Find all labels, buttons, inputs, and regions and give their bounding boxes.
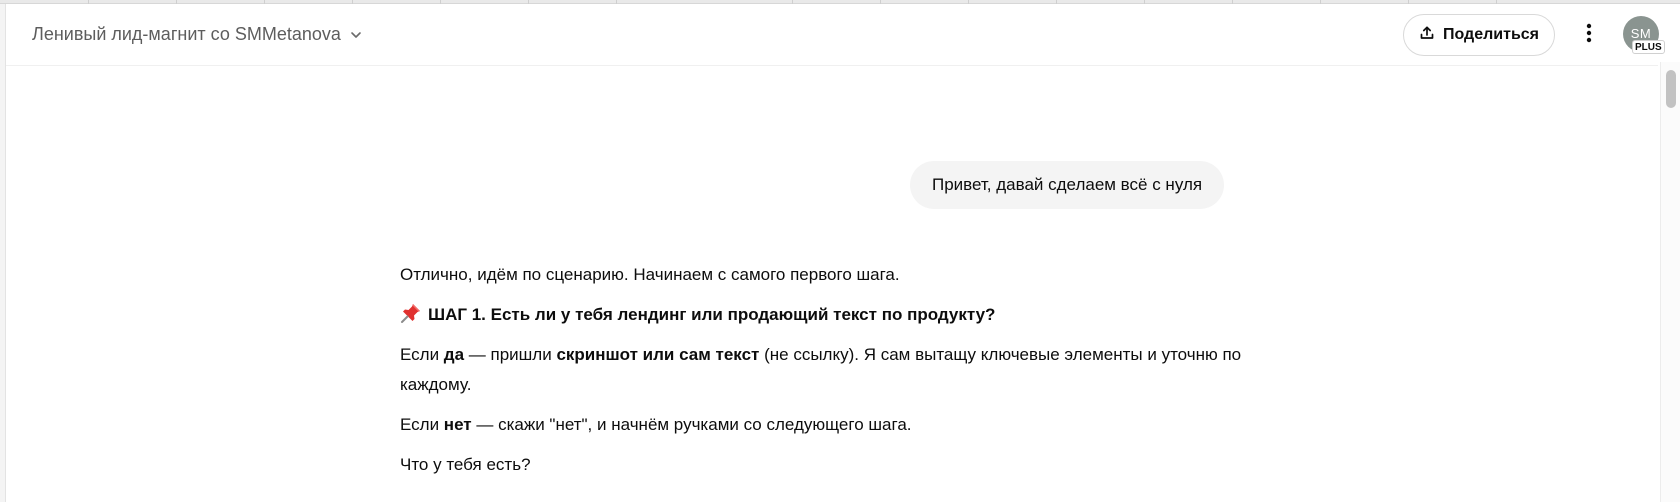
assistant-intro: Отлично, идём по сценарию. Начинаем с са… [400, 265, 900, 284]
user-message-bubble: Привет, давай сделаем всё с нуля [910, 161, 1225, 209]
more-options-button[interactable] [1574, 19, 1604, 51]
chat-app: Ленивый лид-магнит со SMMetanova Поделит… [6, 4, 1665, 502]
text-segment: Если [400, 415, 444, 434]
bold-no: нет [443, 415, 472, 434]
chat-title-menu[interactable]: Ленивый лид-магнит со SMMetanova [32, 24, 363, 45]
step-heading-line: ШАГ 1. Есть ли у тебя лендинг или продаю… [400, 300, 1250, 330]
pushpin-icon [400, 302, 422, 324]
more-vertical-icon [1586, 23, 1592, 48]
text-segment: — пришли [464, 345, 557, 364]
chevron-down-icon [349, 28, 363, 42]
assistant-question: Что у тебя есть? [400, 455, 531, 474]
user-message-text: Привет, давай сделаем всё с нуля [932, 175, 1203, 194]
scrollbar-thumb[interactable] [1666, 70, 1676, 108]
assistant-paragraph-no: Если нет — скажи "нет", и начнём ручками… [400, 410, 1250, 440]
bold-screenshot-or-text: скриншот или сам текст [556, 345, 760, 364]
assistant-paragraph-yes: Если да — пришли скриншот или сам текст … [400, 340, 1250, 400]
text-segment: — скажи "нет", и начнём ручками со следу… [471, 415, 912, 434]
share-upload-icon [1419, 25, 1435, 46]
chat-header: Ленивый лид-магнит со SMMetanova Поделит… [6, 4, 1665, 66]
plan-badge: PLUS [1632, 40, 1665, 54]
bold-yes: да [443, 345, 465, 364]
share-button[interactable]: Поделиться [1403, 14, 1555, 56]
step-heading: ШАГ 1. Есть ли у тебя лендинг или продаю… [428, 305, 996, 324]
text-segment: Если [400, 345, 444, 364]
assistant-message: Отлично, идём по сценарию. Начинаем с са… [400, 260, 1250, 490]
scrollbar[interactable] [1660, 62, 1680, 502]
avatar-initials: SM [1630, 25, 1652, 41]
share-label: Поделиться [1442, 26, 1540, 43]
chat-title: Ленивый лид-магнит со SMMetanova [32, 24, 341, 44]
